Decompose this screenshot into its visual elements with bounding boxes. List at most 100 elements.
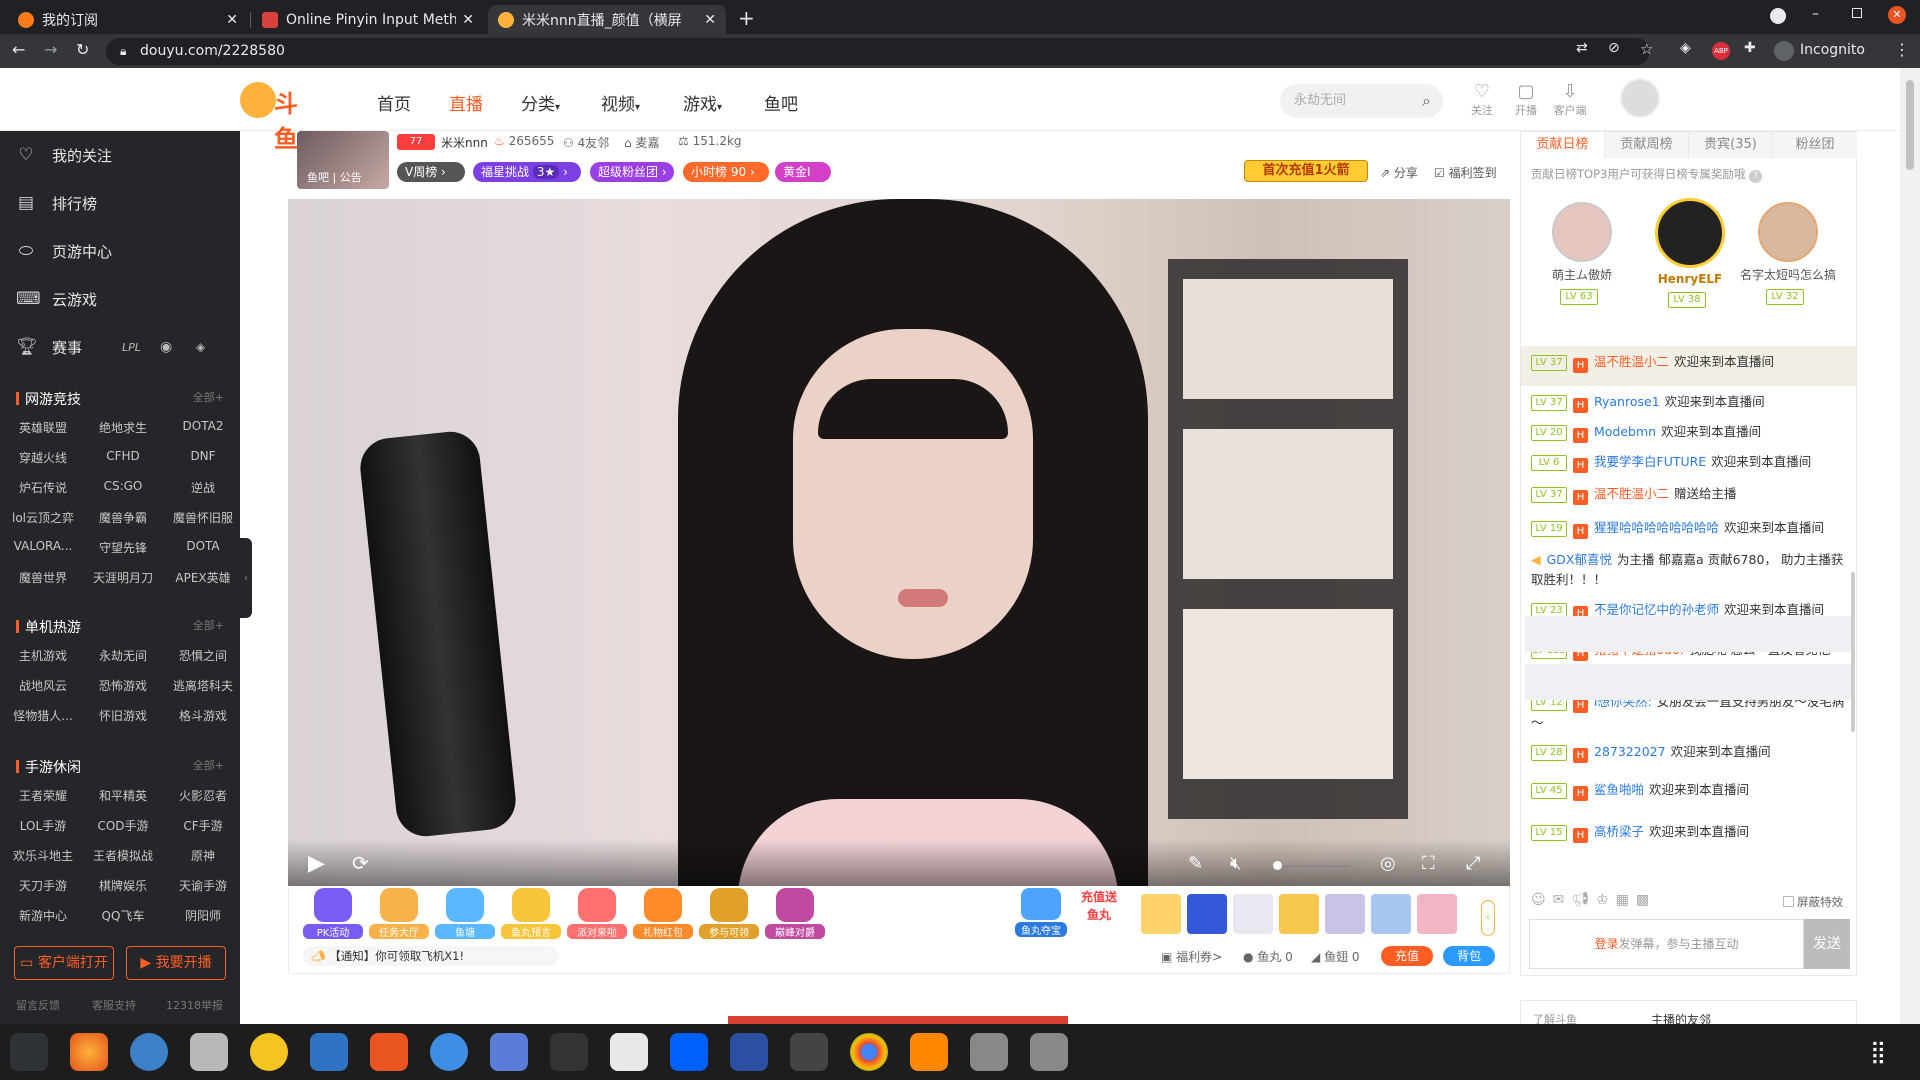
gift-item[interactable]: 鱼丸夺宝 [1015, 888, 1067, 938]
friends-count[interactable]: ⚇ 4友邻 [563, 134, 609, 151]
nav-home[interactable]: 首页 [377, 90, 411, 115]
report-link[interactable]: 12318举报 [166, 997, 223, 1013]
gift-item[interactable]: PK活动 [303, 888, 363, 940]
refresh-icon[interactable]: ⟳ [352, 851, 369, 875]
chat-message[interactable]: LV 28 H 287322027 欢迎来到本直播间 [1531, 742, 1846, 763]
sidebar-item-events[interactable]: 🏆︎ 赛事 LPL ◉ ◈ [0, 323, 240, 371]
tab-weekly-contribution[interactable]: 贡献周榜 [1605, 132, 1689, 158]
sidebar-game-link[interactable]: 炉石传说 [4, 479, 82, 496]
client-download-button[interactable]: ⇩ 客户端 [1550, 82, 1590, 118]
expand-gifts-button[interactable]: ‹ [1481, 900, 1495, 936]
volume-handle[interactable] [1273, 861, 1282, 870]
close-window-icon[interactable]: ✕ [1888, 6, 1906, 24]
sidebar-game-link[interactable]: DOTA [164, 539, 242, 553]
tab-vip[interactable]: 贵宾(35) [1689, 132, 1773, 158]
sidebar-game-link[interactable]: 和平精英 [84, 787, 162, 804]
chat-username[interactable]: 我要学李白FUTURE [1594, 454, 1706, 469]
first-recharge-banner[interactable]: 首次充值1火箭 [1244, 160, 1368, 182]
scroll-thumb[interactable] [1906, 80, 1914, 170]
gift-item[interactable]: 鱼塘 [435, 888, 495, 940]
sidebar-game-link[interactable]: VALORA... [4, 539, 82, 553]
adblock-icon[interactable]: ABP [1712, 42, 1730, 60]
send-button[interactable]: 发送 [1804, 919, 1850, 969]
nav-category[interactable]: 分类▾ [521, 90, 560, 115]
feedback-link[interactable]: 留言反馈 [16, 997, 60, 1013]
screenshot-icon[interactable] [490, 1033, 528, 1071]
sidebar-game-link[interactable]: 天谕手游 [164, 877, 242, 894]
forward-icon[interactable]: → [44, 40, 57, 59]
text-editor-icon[interactable] [610, 1033, 648, 1071]
rhythmbox-icon[interactable] [250, 1033, 288, 1071]
gift-item[interactable]: 礼物红包 [633, 888, 693, 940]
sidebar-game-link[interactable]: 怀旧游戏 [84, 707, 162, 724]
eye-off-icon[interactable]: ⊘ [1608, 40, 1620, 56]
tier-badge[interactable]: 黄金Ⅰ [775, 162, 831, 182]
mute-icon[interactable]: 🔇︎ [1230, 853, 1241, 874]
section-all-link[interactable]: 全部+ [193, 617, 224, 633]
software-center-icon[interactable] [370, 1033, 408, 1071]
sidebar-item-ranking[interactable]: ▤ 排行榜 [0, 179, 240, 227]
sidebar-game-link[interactable]: 魔兽怀旧服 [164, 509, 242, 526]
nav-live[interactable]: 直播 [449, 90, 483, 115]
checkin-button[interactable]: ☑ 福利签到 [1434, 164, 1497, 181]
chat-message[interactable]: LV 20 H Modebmn 欢迎来到本直播间 [1531, 422, 1846, 443]
anchor-thumbnail[interactable]: 鱼吧 | 公告 [297, 131, 389, 189]
vlc-icon[interactable] [910, 1033, 948, 1071]
tab-daily-contribution[interactable]: 贡献日榜 [1521, 132, 1605, 158]
fullscreen-icon[interactable]: ⤢ [1466, 853, 1480, 874]
sidebar-game-link[interactable]: 恐惧之间 [164, 647, 242, 664]
sidebar-game-link[interactable]: CS:GO [84, 479, 162, 493]
back-icon[interactable]: ← [12, 40, 25, 59]
tab-fans-club[interactable]: 粉丝团 [1773, 132, 1857, 158]
sidebar-item-webgames[interactable]: ⬭ 页游中心 [0, 227, 240, 275]
gift-item[interactable]: 派对来啦 [567, 888, 627, 940]
chat-username[interactable]: Ryanrose1 [1594, 394, 1660, 409]
activity-banner[interactable] [288, 1012, 1510, 1024]
start-live-button[interactable]: ▢ 开播 [1506, 82, 1546, 118]
anchor-name[interactable]: 米米nnn [441, 134, 488, 151]
sidebar-game-link[interactable]: CF手游 [164, 817, 242, 834]
sidebar-game-link[interactable]: lol云顶之弈 [4, 509, 82, 526]
chat-message[interactable]: LV 45 H 鲨鱼啪啪 欢迎来到本直播间 [1531, 780, 1846, 801]
sidebar-game-link[interactable]: 欢乐斗地主 [4, 847, 82, 864]
gift-shelf[interactable] [1141, 894, 1457, 934]
vmware-icon[interactable] [790, 1033, 828, 1071]
terminal-icon[interactable] [550, 1033, 588, 1071]
incognito-icon[interactable] [1774, 41, 1794, 61]
sidebar-game-link[interactable]: 绝地求生 [84, 419, 162, 436]
sidebar-game-link[interactable]: 王者模拟战 [84, 847, 162, 864]
sidebar-game-link[interactable]: 魔兽世界 [4, 569, 82, 586]
sidebar-game-link[interactable]: DOTA2 [164, 419, 242, 433]
sidebar-game-link[interactable]: 守望先锋 [84, 539, 162, 556]
new-tab-icon[interactable]: + [738, 6, 755, 30]
sidebar-game-link[interactable]: COD手游 [84, 817, 162, 834]
rank-user-2[interactable]: 萌主ム傲娇 LV 63 [1547, 202, 1617, 305]
sidebar-game-link[interactable]: 战地风云 [4, 677, 82, 694]
sidebar-game-link[interactable]: 主机游戏 [4, 647, 82, 664]
writer-icon[interactable] [310, 1033, 348, 1071]
chat-message[interactable]: LV 19 H 猩猩哈哈哈哈哈哈哈哈 欢迎来到本直播间 [1531, 518, 1846, 539]
chat-username[interactable]: GDX郁喜悦 [1547, 552, 1612, 567]
login-link[interactable]: 登录 [1594, 937, 1618, 951]
sidebar-game-link[interactable]: 魔兽争霸 [84, 509, 162, 526]
chat-message[interactable]: ◀ GDX郁喜悦 为主播 郁嘉嘉a 贡献6780， 助力主播获取胜利！！！ [1531, 550, 1846, 590]
sidebar-game-link[interactable]: 逆战 [164, 479, 242, 496]
extension-icon[interactable]: ◈ [1680, 40, 1691, 56]
danmu-toggle-icon[interactable]: ◎ [1380, 853, 1396, 874]
nav-video[interactable]: 视频▾ [601, 90, 640, 115]
notice-bar[interactable]: 📣︎ 【通知】你可领取飞机X1! [303, 946, 559, 966]
search-icon[interactable]: ⌕ [1422, 84, 1431, 118]
gift-item[interactable]: 充值送鱼丸 [1073, 888, 1125, 938]
chat-username[interactable]: 鲨鱼啪啪 [1594, 782, 1644, 797]
coupon-link[interactable]: ▣ 福利券> [1161, 948, 1222, 965]
chat-username[interactable]: 287322027 [1594, 744, 1666, 759]
chat-message[interactable]: LV 15 H 高桥梁子 欢迎来到本直播间 [1531, 822, 1846, 843]
gift-item[interactable]: 参与可领 [699, 888, 759, 940]
sidebar-game-link[interactable]: CFHD [84, 449, 162, 463]
volume-slider[interactable] [1276, 865, 1350, 867]
sidebar-game-link[interactable]: 永劫无间 [84, 647, 162, 664]
weekly-rank-badge[interactable]: V周榜 › [397, 162, 465, 182]
douyu-logo[interactable]: 斗鱼 [240, 82, 320, 153]
maximize-icon[interactable] [1852, 8, 1862, 18]
menu-kebab-icon[interactable]: ⋮ [1894, 40, 1910, 59]
